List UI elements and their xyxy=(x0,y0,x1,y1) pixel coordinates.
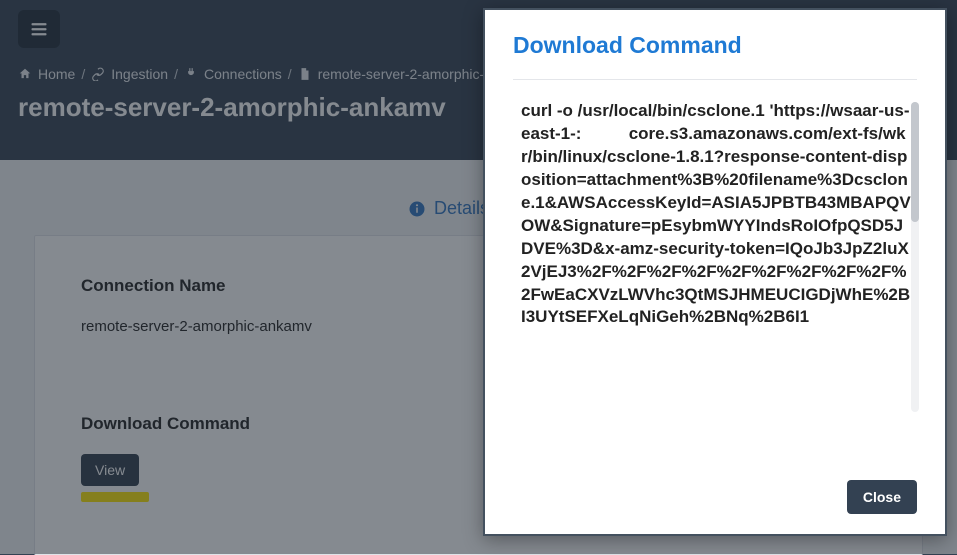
download-command-modal: Download Command curl -o /usr/local/bin/… xyxy=(483,8,947,536)
command-text[interactable]: curl -o /usr/local/bin/csclone.1 'https:… xyxy=(521,100,925,440)
close-button[interactable]: Close xyxy=(847,480,917,514)
modal-title: Download Command xyxy=(513,32,917,59)
modal-header: Download Command xyxy=(485,10,945,69)
modal-footer: Close xyxy=(485,474,945,534)
modal-body: curl -o /usr/local/bin/csclone.1 'https:… xyxy=(485,80,945,474)
scrollbar-thumb[interactable] xyxy=(911,102,919,222)
